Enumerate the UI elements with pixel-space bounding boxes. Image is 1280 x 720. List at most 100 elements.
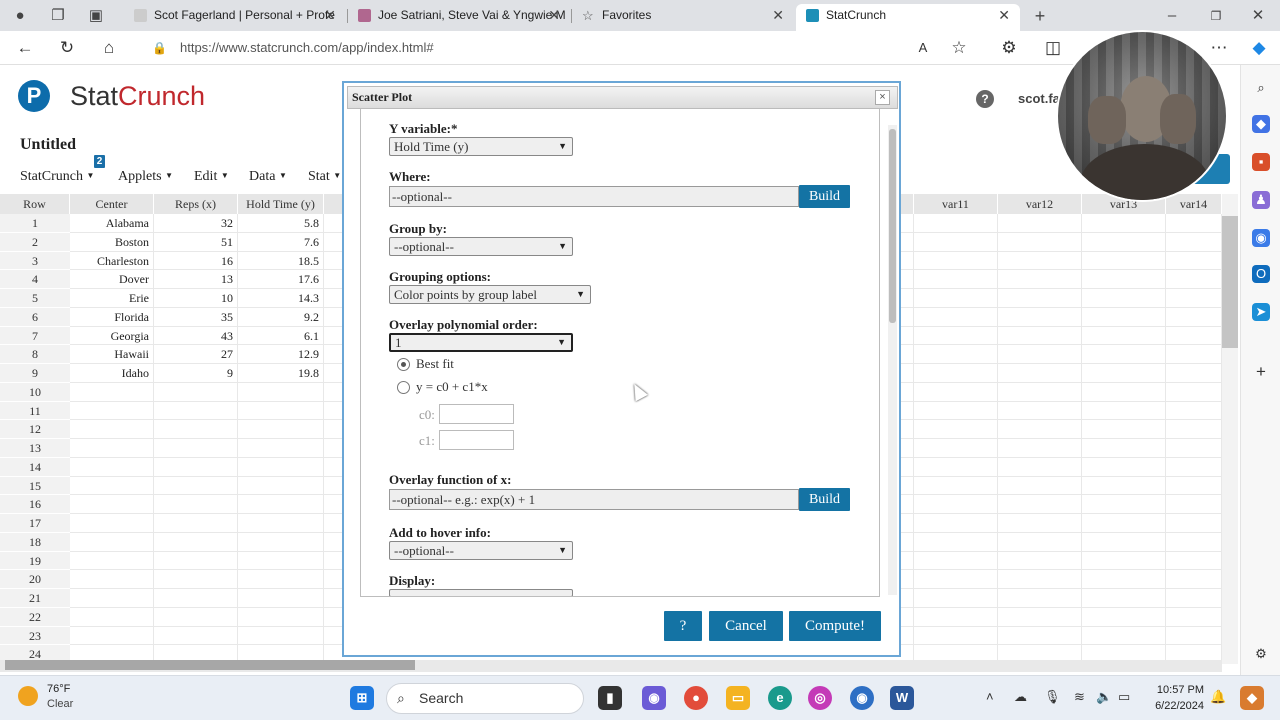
empty-cell[interactable]: [914, 420, 998, 439]
cell-hold-time[interactable]: [238, 420, 324, 439]
row-number[interactable]: 18: [0, 532, 70, 552]
notifications-icon[interactable]: 🔔: [1210, 689, 1226, 705]
menu-data[interactable]: Data ▼: [249, 169, 287, 185]
empty-cell[interactable]: [998, 439, 1082, 458]
cell-reps[interactable]: [154, 382, 238, 402]
file-explorer-icon[interactable]: ▭: [726, 686, 750, 710]
minimize-icon[interactable]: –: [1162, 6, 1182, 26]
cell-reps[interactable]: [154, 439, 238, 458]
dialog-title[interactable]: Scatter Plot: [347, 86, 898, 109]
empty-cell[interactable]: [914, 232, 998, 252]
column-header-reps[interactable]: Reps (x): [154, 194, 238, 214]
empty-cell[interactable]: [1166, 326, 1222, 346]
cell-hold-time[interactable]: [238, 495, 324, 514]
tab-joe-satriani[interactable]: Joe Satriani, Steve Vai & Yngwie M ✕: [348, 4, 570, 31]
empty-cell[interactable]: [1166, 420, 1222, 439]
empty-cell[interactable]: [1082, 439, 1166, 458]
empty-cell[interactable]: [998, 270, 1082, 289]
row-number[interactable]: 7: [0, 326, 70, 346]
menu-stat[interactable]: Stat ▼: [308, 169, 341, 185]
chrome-icon[interactable]: ●: [684, 686, 708, 710]
weather-moon-icon[interactable]: [18, 686, 38, 706]
row-number[interactable]: 17: [0, 514, 70, 533]
read-aloud-icon[interactable]: A: [912, 37, 934, 59]
column-header-row[interactable]: Row: [0, 194, 70, 214]
close-tab-icon[interactable]: ✕: [324, 4, 336, 26]
row-number[interactable]: 15: [0, 476, 70, 496]
battery-icon[interactable]: ▭: [1118, 689, 1130, 705]
empty-cell[interactable]: [914, 532, 998, 552]
cell-center[interactable]: [70, 476, 154, 496]
column-header-center[interactable]: Center: [70, 194, 154, 214]
restore-icon[interactable]: ❐: [1206, 6, 1226, 26]
cell-reps[interactable]: 32: [154, 214, 238, 233]
cell-reps[interactable]: [154, 551, 238, 571]
empty-cell[interactable]: [1166, 457, 1222, 477]
cell-center[interactable]: [70, 589, 154, 608]
empty-cell[interactable]: [998, 382, 1082, 402]
cell-center[interactable]: [70, 420, 154, 439]
app-icon[interactable]: ◉: [850, 686, 874, 710]
home-icon[interactable]: ⌂: [98, 37, 120, 59]
empty-cell[interactable]: [914, 270, 998, 289]
chat-icon[interactable]: ◉: [642, 686, 666, 710]
cell-reps[interactable]: [154, 589, 238, 608]
cell-reps[interactable]: [154, 626, 238, 646]
cell-hold-time[interactable]: 9.2: [238, 307, 324, 327]
empty-cell[interactable]: [1166, 514, 1222, 533]
custom-coefficients-radio[interactable]: [397, 381, 410, 394]
cell-center[interactable]: Boston: [70, 232, 154, 252]
empty-cell[interactable]: [914, 214, 998, 233]
empty-cell[interactable]: [1166, 551, 1222, 571]
weather-temperature[interactable]: 76°F: [47, 683, 70, 695]
menu-edit[interactable]: Edit ▼: [194, 169, 229, 185]
empty-cell[interactable]: [1082, 364, 1166, 383]
empty-cell[interactable]: [1082, 607, 1166, 627]
empty-cell[interactable]: [998, 251, 1082, 271]
empty-cell[interactable]: [1166, 214, 1222, 233]
task-view-icon[interactable]: ▮: [598, 686, 622, 710]
cell-hold-time[interactable]: 17.6: [238, 270, 324, 289]
cell-center[interactable]: [70, 532, 154, 552]
row-number[interactable]: 22: [0, 607, 70, 627]
empty-cell[interactable]: [1082, 626, 1166, 646]
empty-cell[interactable]: [1166, 626, 1222, 646]
sidebar-m365-icon[interactable]: ◉: [1252, 229, 1270, 247]
close-tab-icon[interactable]: ✕: [548, 4, 560, 26]
cell-reps[interactable]: 10: [154, 289, 238, 308]
close-tab-icon[interactable]: ✕: [998, 4, 1010, 26]
empty-cell[interactable]: [1166, 382, 1222, 402]
empty-cell[interactable]: [998, 495, 1082, 514]
empty-cell[interactable]: [1082, 345, 1166, 364]
empty-cell[interactable]: [998, 214, 1082, 233]
display-select[interactable]: [389, 589, 573, 596]
cell-hold-time[interactable]: [238, 626, 324, 646]
empty-cell[interactable]: [998, 532, 1082, 552]
row-number[interactable]: 8: [0, 345, 70, 364]
cell-hold-time[interactable]: [238, 439, 324, 458]
row-number[interactable]: 2: [0, 232, 70, 252]
cell-hold-time[interactable]: [238, 551, 324, 571]
empty-cell[interactable]: [1166, 251, 1222, 271]
cell-center[interactable]: [70, 401, 154, 421]
cell-center[interactable]: Georgia: [70, 326, 154, 346]
sidebar-outlook-icon[interactable]: O: [1252, 265, 1270, 283]
empty-cell[interactable]: [1082, 251, 1166, 271]
sidebar-games-icon[interactable]: ♟: [1252, 191, 1270, 209]
empty-cell[interactable]: [914, 495, 998, 514]
copilot-icon[interactable]: ◆: [1248, 37, 1270, 59]
empty-cell[interactable]: [914, 607, 998, 627]
cell-center[interactable]: [70, 626, 154, 646]
c1-input[interactable]: [439, 430, 514, 450]
profile-icon[interactable]: ●: [10, 6, 30, 26]
cell-center[interactable]: [70, 495, 154, 514]
empty-cell[interactable]: [998, 401, 1082, 421]
empty-cell[interactable]: [1082, 589, 1166, 608]
cell-center[interactable]: Florida: [70, 307, 154, 327]
cell-center[interactable]: [70, 382, 154, 402]
empty-cell[interactable]: [1166, 495, 1222, 514]
row-number[interactable]: 13: [0, 439, 70, 458]
show-hidden-icons-icon[interactable]: ˄: [986, 689, 994, 704]
cell-reps[interactable]: 51: [154, 232, 238, 252]
cell-center[interactable]: Idaho: [70, 364, 154, 383]
